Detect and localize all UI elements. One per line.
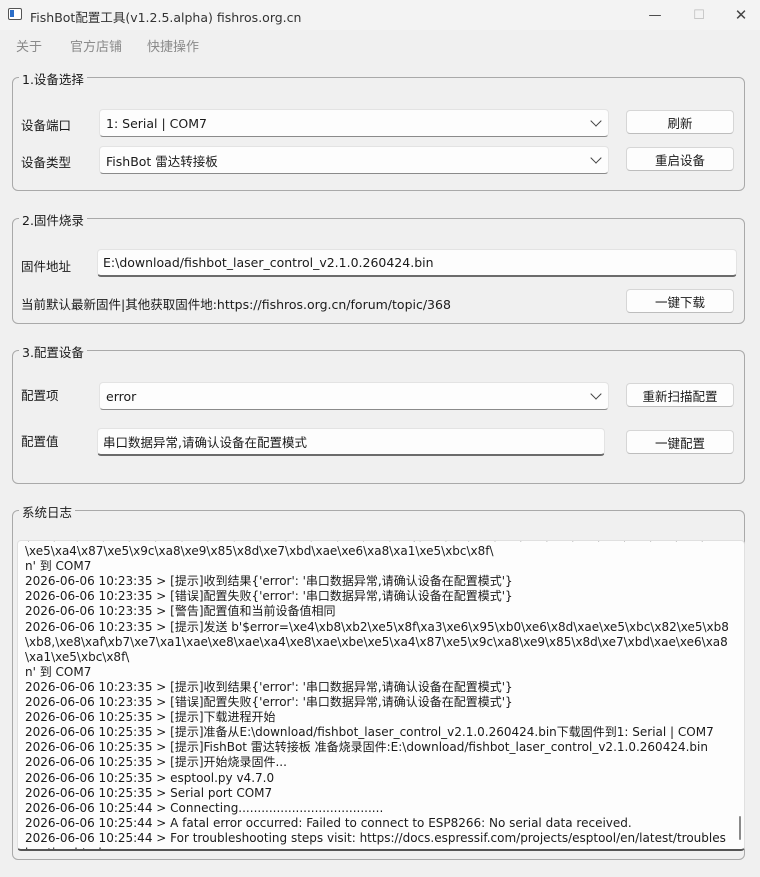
log-line: 2026-06-06 10:25:35 > [提示]下载进程开始 [25, 710, 276, 725]
refresh-button[interactable]: 刷新 [626, 110, 734, 134]
device-select-group: 1.设备选择 设备端口 1: Serial | COM7 刷新 设备类型 Fis… [12, 69, 745, 191]
config-item-label: 配置项 [21, 388, 59, 403]
one-click-download-button[interactable]: 一键下载 [626, 289, 734, 313]
device-select-title: 1.设备选择 [19, 69, 87, 88]
close-button[interactable]: ✕ [718, 0, 760, 30]
chevron-down-icon [590, 115, 602, 127]
device-type-label: 设备类型 [21, 155, 72, 170]
menu-store[interactable]: 官方店铺 [70, 36, 122, 55]
config-value-text: 串口数据异常,请确认设备在配置模式 [103, 435, 307, 450]
chevron-down-icon [590, 152, 602, 164]
log-scrollbar[interactable] [739, 816, 741, 840]
device-port-select[interactable]: 1: Serial | COM7 [99, 109, 609, 137]
menu-bar: 关于 官方店铺 快捷操作 [0, 30, 760, 58]
log-line: 2026-06-06 10:25:44 > A fatal error occu… [25, 815, 632, 830]
log-line: 2026-06-06 10:25:44 > Connecting........… [25, 800, 384, 815]
menu-quick-actions[interactable]: 快捷操作 [147, 36, 199, 55]
menu-about[interactable]: 关于 [16, 36, 42, 55]
device-port-value: 1: Serial | COM7 [106, 115, 207, 131]
log-line: 2026-06-06 10:23:35 > [错误]配置失败{'error': … [25, 695, 513, 710]
firmware-hint: 当前默认最新固件|其他获取固件地:https://fishros.org.cn/… [21, 297, 451, 312]
log-line: 2026-06-06 10:25:35 > esptool.py v4.7.0 [25, 770, 275, 785]
window-title: FishBot配置工具(v1.2.5.alpha) fishros.org.cn [30, 10, 302, 25]
device-type-value: FishBot 雷达转接板 [106, 153, 218, 169]
rescan-config-button[interactable]: 重新扫描配置 [626, 383, 734, 407]
title-bar: FishBot配置工具(v1.2.5.alpha) fishros.org.cn… [0, 0, 760, 30]
firmware-title: 2.固件烧录 [19, 210, 87, 229]
firmware-address-label: 固件地址 [21, 259, 72, 274]
log-line: 2026-06-06 10:25:35 > Serial port COM7 [25, 785, 273, 800]
config-item-select[interactable]: error [99, 382, 609, 410]
log-line: \xe5\x8f\xa3\xe6\x95\xb0\xe6\x8d\xae\xe5… [25, 541, 725, 559]
log-line: 2026-06-06 10:23:35 > [错误]配置失败{'error': … [25, 589, 513, 604]
log-line: n' 到 COM7 [25, 664, 92, 679]
log-line: 2026-06-06 10:25:35 > [提示]FishBot 雷达转接板 … [25, 740, 708, 755]
log-line: 2026-06-06 10:25:35 > [提示]开始烧录固件... [25, 755, 287, 770]
maximize-button[interactable]: ☐ [676, 0, 722, 30]
device-type-select[interactable]: FishBot 雷达转接板 [99, 146, 609, 174]
log-line: n' 到 COM7 [25, 559, 92, 574]
config-group: 3.配置设备 配置项 error 重新扫描配置 配置值 串口数据异常,请确认设备… [12, 342, 745, 484]
log-line: 2026-06-06 10:25:44 > For troubleshootin… [25, 830, 726, 849]
device-port-label: 设备端口 [21, 118, 72, 133]
firmware-group: 2.固件烧录 固件地址 E:\download/fishbot_laser_co… [12, 210, 745, 324]
one-click-config-button[interactable]: 一键配置 [626, 430, 734, 454]
log-line: 2026-06-06 10:25:35 > [提示]准备从E:\download… [25, 725, 714, 740]
restart-device-button[interactable]: 重启设备 [626, 147, 734, 171]
minimize-button[interactable]: — [632, 0, 678, 30]
app-window-icon [8, 8, 22, 20]
log-line: 2026-06-06 10:23:35 > [警告]配置值和当前设备值相同 [25, 604, 336, 619]
firmware-address-value: E:\download/fishbot_laser_control_v2.1.0… [103, 255, 434, 270]
log-line: 2026-06-06 10:23:35 > [提示]收到结果{'error': … [25, 679, 513, 694]
config-title: 3.配置设备 [19, 342, 87, 361]
system-log-title: 系统日志 [19, 502, 76, 521]
chevron-down-icon [590, 388, 602, 400]
config-value-input[interactable]: 串口数据异常,请确认设备在配置模式 [97, 428, 605, 456]
log-line: 2026-06-06 10:23:35 > [提示]收到结果{'error': … [25, 574, 513, 589]
config-value-label: 配置值 [21, 434, 59, 449]
log-content: \xe5\x8f\xa3\xe6\x95\xb0\xe6\x8d\xae\xe5… [25, 541, 733, 849]
firmware-address-input[interactable]: E:\download/fishbot_laser_control_v2.1.0… [97, 249, 737, 277]
log-line: 2026-06-06 10:23:35 > [提示]发送 b'$error=\x… [25, 619, 729, 664]
system-log-textarea[interactable]: \xe5\x8f\xa3\xe6\x95\xb0\xe6\x8d\xae\xe5… [17, 540, 745, 851]
config-item-value: error [106, 388, 137, 404]
